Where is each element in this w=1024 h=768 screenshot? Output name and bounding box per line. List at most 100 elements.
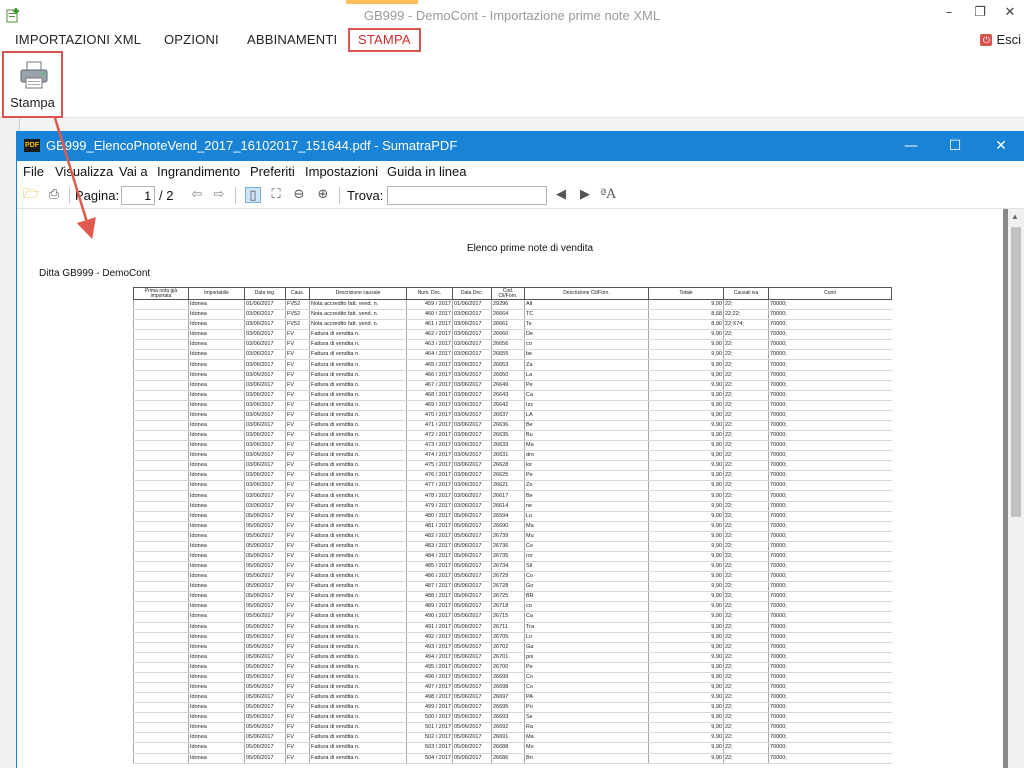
table-cell: 05/06/2017: [452, 692, 492, 704]
minimize-icon[interactable]: –: [938, 4, 960, 22]
table-cell: 70000;: [768, 521, 892, 532]
app-titlebar: GB999 - DemoCont - Importazione prime no…: [0, 0, 1024, 30]
pdf-close-icon[interactable]: ✕: [987, 136, 1015, 156]
find-prev-icon[interactable]: ◀: [553, 187, 569, 203]
table-cell: Ma: [524, 732, 649, 744]
table-cell: 9,90: [648, 541, 724, 552]
table-cell: 26692: [491, 722, 525, 734]
table-cell: 9,90: [648, 581, 724, 593]
table-cell: 05/06/2017: [244, 591, 286, 603]
table-cell: Idonea: [188, 410, 245, 421]
table-cell: 26705: [491, 632, 525, 643]
table-cell: 26594: [491, 511, 525, 522]
tab-importazioni-xml[interactable]: IMPORTAZIONI XML: [15, 28, 141, 52]
table-cell: 471 / 2017: [406, 420, 453, 432]
menu-impostazioni[interactable]: Impostazioni: [305, 164, 378, 179]
exit-button[interactable]: ⏻ Esci: [980, 32, 1021, 47]
zoom-in-icon[interactable]: ⊕: [315, 187, 331, 203]
table-cell: 26661: [491, 319, 525, 331]
table-cell: 26631: [491, 450, 525, 462]
table-row: Idonea 03/06/2017 FV Fattura di vendita n. 4…: [133, 490, 892, 502]
pdf-maximize-icon[interactable]: ☐: [941, 136, 969, 156]
table-cell: 22;: [723, 511, 769, 522]
table-cell: 03/06/2017: [244, 460, 286, 472]
table-cell: 484 / 2017: [406, 551, 453, 563]
table-cell: 70000;: [768, 742, 892, 754]
table-row: Idonea 05/06/2017 FV Fattura di vendita n. 5…: [133, 722, 892, 734]
table-cell: Fattura di vendita n.: [309, 712, 407, 724]
match-case-icon[interactable]: ªA: [600, 187, 616, 203]
find-input[interactable]: [387, 186, 547, 205]
menu-visualizza[interactable]: Visualizza: [55, 164, 113, 179]
scroll-up-icon[interactable]: ▲: [1011, 212, 1019, 221]
table-cell: 22;: [723, 400, 769, 411]
fit-width-icon[interactable]: ⛶: [268, 187, 284, 203]
table-cell: 9,90: [648, 753, 724, 764]
table-cell: 05/06/2017: [452, 742, 492, 754]
table-cell: 500 / 2017: [406, 712, 453, 724]
table-cell: 05/06/2017: [244, 531, 286, 542]
table-cell: 9,90: [648, 732, 724, 744]
menu-file[interactable]: File: [23, 164, 44, 179]
find-next-icon[interactable]: ▶: [577, 187, 593, 203]
table-cell: 22;: [723, 632, 769, 643]
table-cell: 05/06/2017: [244, 521, 286, 532]
table-cell: Fattura di vendita n.: [309, 339, 407, 351]
table-cell: 03/06/2017: [452, 440, 492, 452]
pdf-vertical-scrollbar[interactable]: ▲: [1008, 209, 1024, 768]
table-cell: [133, 722, 189, 734]
table-cell: Go: [524, 581, 649, 593]
table-cell: Se: [524, 712, 649, 724]
zoom-out-icon[interactable]: ⊖: [291, 187, 307, 203]
table-cell: 9,90: [648, 430, 724, 442]
table-cell: 9,90: [648, 652, 724, 663]
table-cell: 9,90: [648, 702, 724, 714]
print-button[interactable]: Stampa: [2, 51, 63, 118]
tab-opzioni[interactable]: OPZIONI: [164, 28, 219, 52]
table-cell: 22;: [723, 470, 769, 482]
close-icon[interactable]: ✕: [999, 4, 1021, 22]
menu-vai-a[interactable]: Vai a: [119, 164, 148, 179]
open-folder-icon[interactable]: 🗁: [23, 187, 39, 203]
table-cell: FV: [285, 380, 310, 391]
table-cell: FV: [285, 420, 310, 432]
pdf-minimize-icon[interactable]: —: [897, 136, 925, 156]
tab-stampa[interactable]: STAMPA: [348, 28, 421, 52]
table-cell: Fattura di vendita n.: [309, 591, 407, 603]
next-page-icon[interactable]: ⇨: [211, 187, 227, 203]
table-cell: [133, 672, 189, 683]
print-icon[interactable]: ⎙: [46, 187, 62, 203]
tab-abbinamenti[interactable]: ABBINAMENTI: [247, 28, 337, 52]
restore-icon[interactable]: ❐: [969, 4, 991, 22]
table-cell: FV: [285, 753, 310, 764]
table-cell: Idonea: [188, 349, 245, 361]
table-row: Idonea 05/06/2017 FV Fattura di vendita n. 4…: [133, 622, 892, 633]
table-cell: 22;: [723, 339, 769, 351]
pdf-canvas[interactable]: Elenco prime note di vendita Ditta GB999…: [17, 209, 1009, 768]
menu-preferiti[interactable]: Preferiti: [250, 164, 295, 179]
table-cell: Tra: [524, 622, 649, 633]
table-cell: 26711: [491, 622, 525, 633]
table-cell: 70000;: [768, 551, 892, 563]
table-cell: Idonea: [188, 632, 245, 643]
scrollbar-thumb[interactable]: [1011, 227, 1021, 517]
table-cell: 26715: [491, 611, 525, 623]
table-cell: Fattura di vendita n.: [309, 682, 407, 694]
fit-page-icon[interactable]: ▯: [245, 187, 261, 203]
table-cell: 70000;: [768, 732, 892, 744]
page-number-input[interactable]: [121, 186, 155, 205]
table-cell: Idonea: [188, 712, 245, 724]
table-cell: 26702: [491, 642, 525, 653]
table-cell: Bri: [524, 753, 649, 764]
table-cell: 70000;: [768, 753, 892, 764]
table-cell: 9,90: [648, 611, 724, 623]
prev-page-icon[interactable]: ⇦: [189, 187, 205, 203]
table-cell: 03/06/2017: [244, 400, 286, 411]
table-cell: 489 / 2017: [406, 601, 453, 613]
table-cell: 26621: [491, 480, 525, 492]
menu-ingrandimento[interactable]: Ingrandimento: [157, 164, 240, 179]
table-cell: Fattura di vendita n.: [309, 390, 407, 401]
menu-guida-in-linea[interactable]: Guida in linea: [387, 164, 467, 179]
table-cell: 05/06/2017: [452, 571, 492, 583]
table-cell: 491 / 2017: [406, 622, 453, 633]
